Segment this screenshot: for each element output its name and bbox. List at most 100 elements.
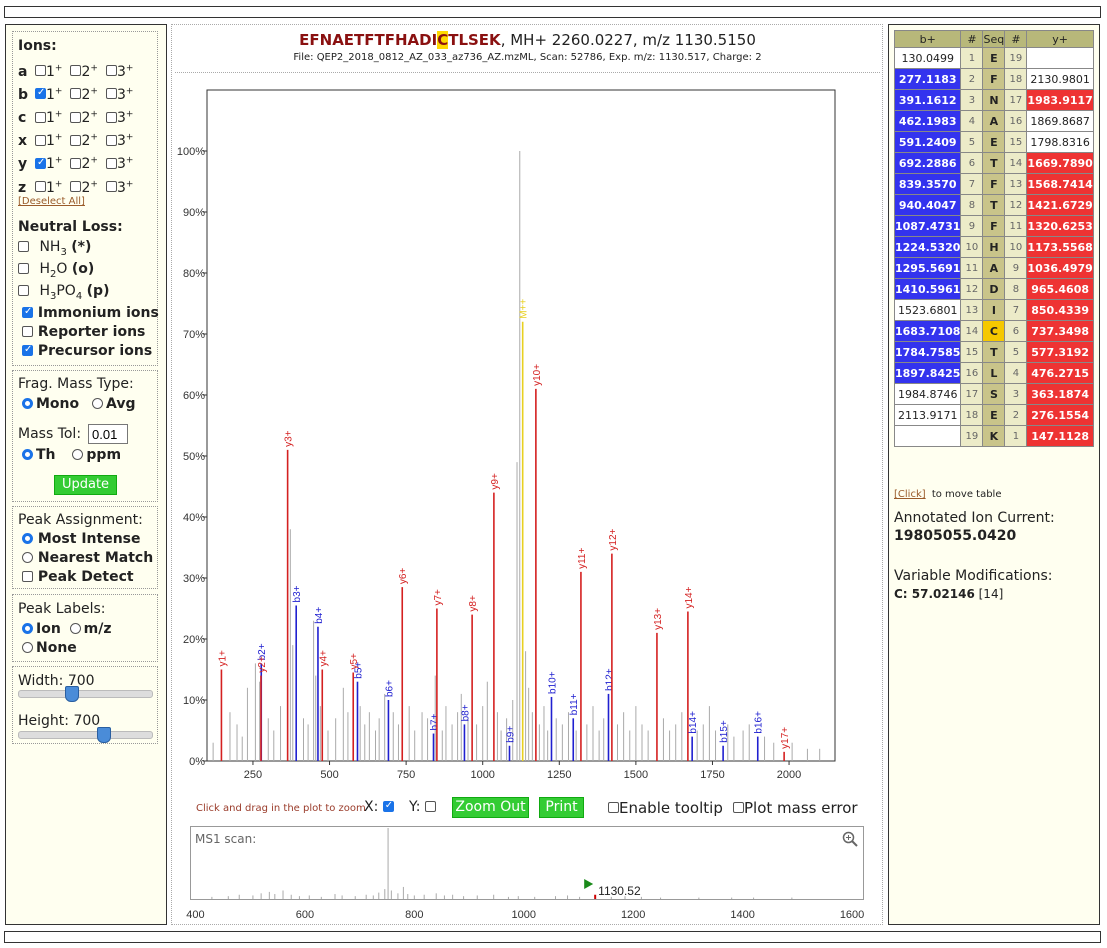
most-intense-radio[interactable] <box>22 532 33 544</box>
y-tick-label: 60% <box>183 390 205 402</box>
ion-type-label: y <box>18 156 28 173</box>
zoom-hint: Click and drag in the plot to zoom <box>196 803 366 814</box>
peak-label: y3+ <box>284 430 295 447</box>
ion-a-charge-1-checkbox[interactable] <box>35 65 46 77</box>
label-type-option[interactable]: Ion m/z <box>22 621 112 637</box>
mono-option[interactable]: Mono Avg <box>22 396 136 412</box>
ion-a-charge-2-checkbox[interactable] <box>70 65 82 77</box>
mass-tol-input[interactable] <box>88 424 128 444</box>
ion-label-radio[interactable] <box>22 622 33 634</box>
tooltip-option[interactable]: Enable tooltip <box>608 799 723 817</box>
width-slider-track[interactable] <box>18 690 153 698</box>
h3po4-checkbox[interactable] <box>18 284 29 296</box>
ion-z-charge-2-checkbox[interactable] <box>70 181 82 193</box>
ion-c-charge-1-checkbox[interactable] <box>35 111 46 123</box>
table-row: 1224.5320 10 H 10 1173.5568 <box>893 236 1094 258</box>
mass-error-option[interactable]: Plot mass error <box>733 799 858 817</box>
tooltip-checkbox[interactable] <box>608 802 619 813</box>
nh3-option[interactable]: NH3 (*) <box>18 239 91 258</box>
peak-label: b6+ <box>384 680 395 697</box>
ms1-plot[interactable]: 1130.52 400 600 800 1000 1200 1400 1600 <box>170 826 870 926</box>
h3po4-option[interactable]: H3PO4 (p) <box>18 283 109 302</box>
residue-cell: I <box>982 299 1006 321</box>
zoom-x-option[interactable]: X: <box>364 799 394 815</box>
y-ion-cell: 577.3192 <box>1026 341 1094 363</box>
precursor-label: 1130.52 <box>598 884 641 898</box>
reporter-checkbox[interactable] <box>22 325 33 337</box>
ion-z-charge-1-checkbox[interactable] <box>35 181 46 193</box>
peak-label: y4+ <box>318 650 329 667</box>
nh3-checkbox[interactable] <box>18 240 29 252</box>
ion-y-charge-1-checkbox[interactable] <box>35 157 46 169</box>
width-label: Width: 700 <box>18 673 95 689</box>
ion-c-charge-2-checkbox[interactable] <box>70 111 82 123</box>
table-header: b+ <box>893 30 962 48</box>
width-slider-handle[interactable] <box>65 686 79 702</box>
peak-label: b3+ <box>292 585 303 602</box>
charge-label: 3+ <box>116 132 134 150</box>
ion-x-charge-1-checkbox[interactable] <box>35 134 46 146</box>
peak-label: b9+ <box>506 726 517 743</box>
most-intense-option[interactable]: Most Intense <box>22 531 140 547</box>
nearest-option[interactable]: Nearest Match <box>22 550 153 566</box>
none-label-radio[interactable] <box>22 641 33 653</box>
ion-b-charge-2-checkbox[interactable] <box>70 88 82 100</box>
reporter-option[interactable]: Reporter ions <box>22 324 145 340</box>
ion-z-charge-3-checkbox[interactable] <box>105 181 117 193</box>
move-table-link[interactable]: [Click] <box>894 489 926 500</box>
y-index-cell: 17 <box>1004 89 1028 111</box>
ion-c-charge-3-checkbox[interactable] <box>105 111 117 123</box>
peak-detect-option[interactable]: Peak Detect <box>22 569 134 585</box>
b-ion-cell: 1897.8425 <box>893 362 962 384</box>
deselect-all-link[interactable]: [Deselect All] <box>18 196 85 207</box>
table-row: 2113.9171 18 E 2 276.1554 <box>893 404 1094 426</box>
b-ion-cell: 1683.7108 <box>893 320 962 342</box>
precursor-option[interactable]: Precursor ions <box>22 343 152 359</box>
b-index-cell: 13 <box>960 299 984 321</box>
ms1-x-tick-label: 1600 <box>840 909 864 921</box>
b-ion-cell <box>893 425 962 447</box>
mz-label-radio[interactable] <box>69 622 81 634</box>
update-button[interactable]: Update <box>54 475 117 495</box>
zoom-y-checkbox[interactable] <box>424 800 436 812</box>
peak-label: y9+ <box>490 473 501 490</box>
no-label-option[interactable]: None <box>22 640 77 656</box>
ion-y-charge-3-checkbox[interactable] <box>105 157 117 169</box>
y-index-cell: 9 <box>1004 257 1028 279</box>
ppm-radio[interactable] <box>72 448 84 460</box>
peak-label: y1+ <box>217 650 228 667</box>
table-header: y+ <box>1026 30 1094 48</box>
mono-radio[interactable] <box>22 397 33 409</box>
ion-x-charge-2-checkbox[interactable] <box>70 134 82 146</box>
ion-type-label: c <box>18 110 27 127</box>
b-index-cell: 18 <box>960 404 984 426</box>
nearest-radio[interactable] <box>22 551 33 563</box>
peak-detect-checkbox[interactable] <box>22 570 33 582</box>
ion-b-charge-3-checkbox[interactable] <box>105 88 117 100</box>
height-slider-handle[interactable] <box>97 727 111 743</box>
ion-b-charge-1-checkbox[interactable] <box>35 87 46 100</box>
mass-error-checkbox[interactable] <box>733 802 744 813</box>
h2o-checkbox[interactable] <box>18 262 29 274</box>
y-index-cell: 5 <box>1004 341 1028 363</box>
top-bar <box>4 6 1101 18</box>
height-slider-track[interactable] <box>18 731 153 739</box>
y-ion-cell <box>1026 47 1094 69</box>
ion-a-charge-3-checkbox[interactable] <box>105 65 117 77</box>
avg-radio[interactable] <box>92 397 104 409</box>
tol-unit-option[interactable]: Th ppm <box>22 447 121 463</box>
immonium-checkbox[interactable] <box>22 306 33 318</box>
zoom-x-checkbox[interactable] <box>382 800 394 812</box>
var-mod-entry: C: 57.02146 [14] <box>894 587 1004 601</box>
th-radio[interactable] <box>22 448 33 460</box>
h2o-option[interactable]: H2O (o) <box>18 261 94 280</box>
immonium-option[interactable]: Immonium ions <box>22 305 159 321</box>
precursor-checkbox[interactable] <box>22 344 33 356</box>
ion-y-charge-2-checkbox[interactable] <box>70 157 82 169</box>
y-ion-cell: 363.1874 <box>1026 383 1094 405</box>
zoom-out-button[interactable]: Zoom Out <box>452 797 529 818</box>
zoom-y-option[interactable]: Y: <box>409 799 436 815</box>
spectrum-plot[interactable]: 0% 10% 20% 30% 40% 50% 60% 70% 80% 90% 100% 250 500 7… <box>170 80 870 785</box>
ion-x-charge-3-checkbox[interactable] <box>105 134 117 146</box>
print-button[interactable]: Print <box>539 797 584 818</box>
